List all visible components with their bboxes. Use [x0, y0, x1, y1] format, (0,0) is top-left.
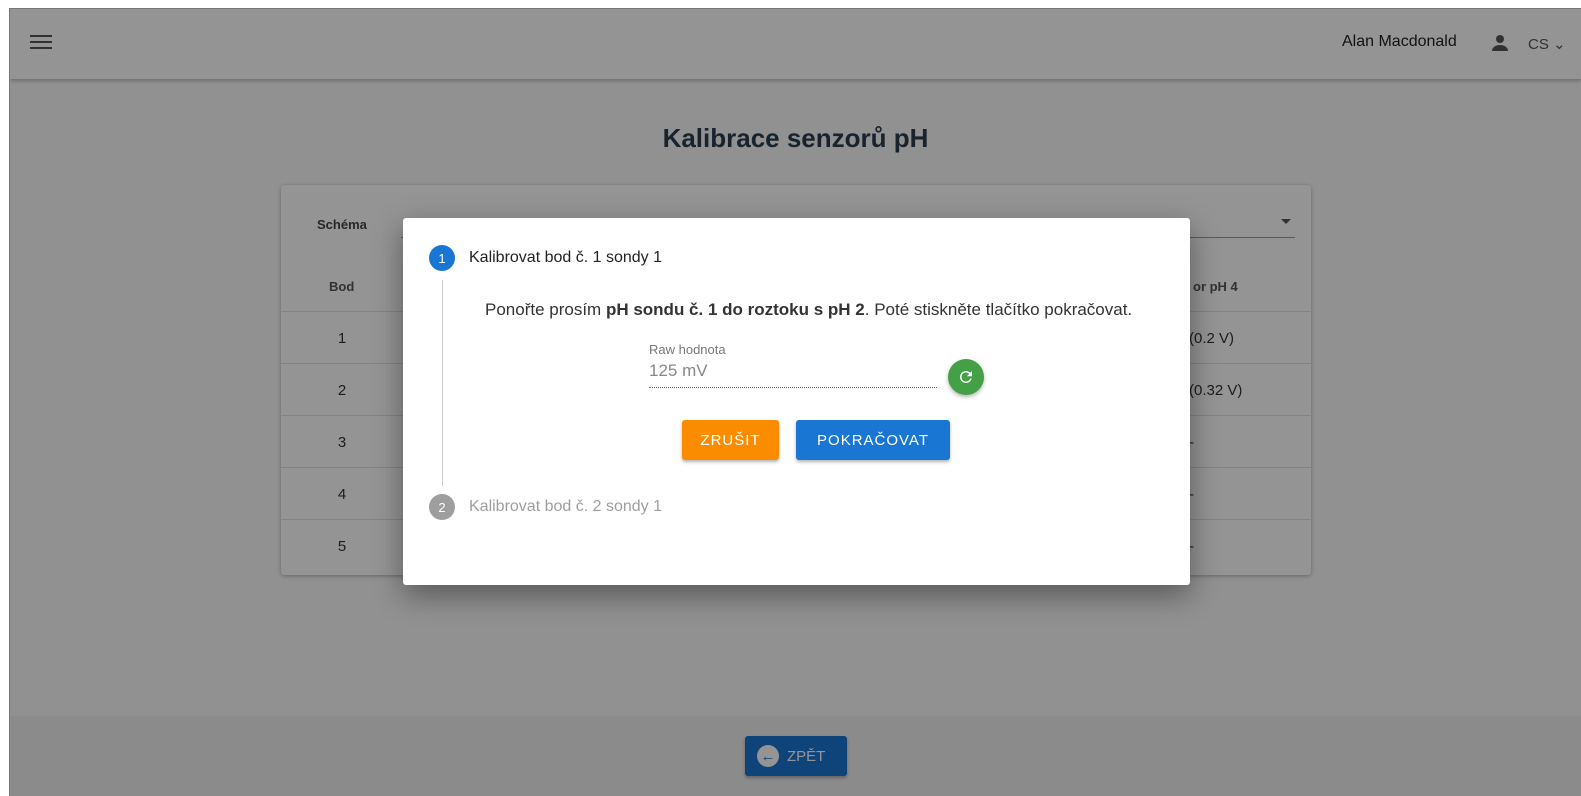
raw-value-field: 125 mV — [649, 361, 708, 380]
instruction-prefix: Ponořte prosím — [485, 300, 606, 319]
step-2-indicator: 2 — [429, 494, 455, 520]
raw-value-label: Raw hodnota — [649, 342, 726, 357]
raw-value-underline — [649, 387, 937, 388]
step-1-title: Kalibrovat bod č. 1 sondy 1 — [469, 249, 663, 266]
refresh-icon — [959, 371, 972, 383]
instruction-bold: pH sondu č. 1 do roztoku s pH 2 — [605, 300, 865, 319]
continue-button[interactable]: POKRAČOVAT — [796, 420, 950, 460]
refresh-button[interactable] — [948, 359, 984, 395]
stepper-connector — [442, 280, 443, 486]
cancel-button[interactable]: ZRUŠIT — [682, 420, 779, 460]
step-1-indicator: 1 — [429, 245, 455, 271]
step-2-title: Kalibrovat bod č. 2 sondy 1 — [469, 498, 663, 515]
instruction-suffix: . Poté stiskněte tlačítko pokračovat. — [864, 300, 1133, 319]
calibration-dialog: 1 Kalibrovat bod č. 1 sondy 1 Ponořte pr… — [403, 218, 1190, 585]
app-frame: Alan Macdonald CS ⌄ Kalibrace senzorů pH… — [9, 8, 1581, 796]
instruction-text: Ponořte prosím pH sondu č. 1 do roztoku … — [485, 300, 1160, 320]
